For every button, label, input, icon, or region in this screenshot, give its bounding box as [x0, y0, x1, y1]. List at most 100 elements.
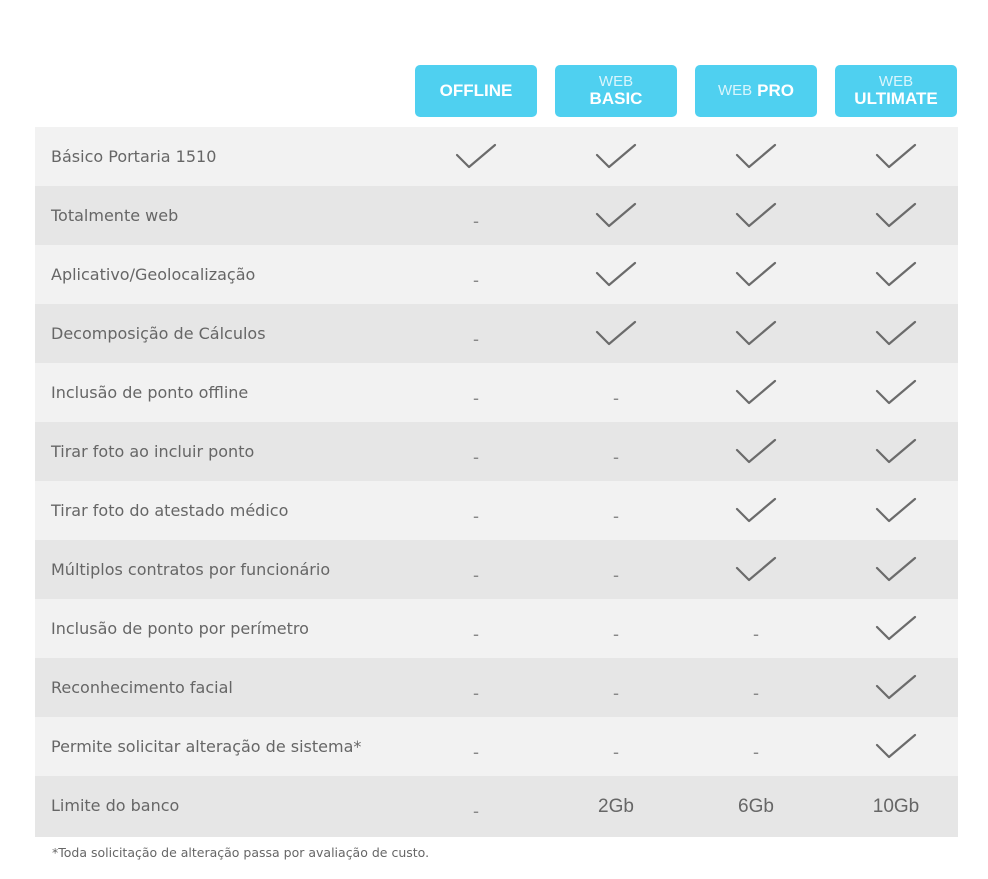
feature-cell — [555, 245, 677, 304]
dash-mark: - — [613, 742, 619, 762]
dash-mark: - — [613, 683, 619, 703]
plan-web-basic-label: BASIC — [589, 88, 643, 108]
dash-mark: - — [473, 388, 479, 408]
feature-cell: 6Gb — [695, 776, 817, 835]
storage-limit-value: 6Gb — [738, 795, 774, 817]
feature-label: Aplicativo/Geolocalização — [51, 265, 256, 284]
check-icon — [735, 143, 777, 168]
feature-label: Reconhecimento facial — [51, 678, 233, 697]
feature-cell: - — [415, 304, 537, 363]
feature-label: Totalmente web — [51, 206, 179, 225]
feature-cell: - — [555, 717, 677, 776]
check-icon — [875, 497, 917, 522]
check-icon — [875, 615, 917, 640]
feature-cell: - — [415, 776, 537, 835]
dash-mark: - — [753, 742, 759, 762]
check-icon — [875, 202, 917, 227]
feature-cell — [555, 304, 677, 363]
feature-cell — [835, 481, 957, 540]
table-row: Múltiplos contratos por funcionário - - — [35, 540, 958, 599]
dash-mark: - — [473, 211, 479, 231]
feature-cell — [695, 127, 817, 186]
feature-cell — [695, 363, 817, 422]
feature-cell — [555, 127, 677, 186]
feature-label: Tirar foto ao incluir ponto — [51, 442, 255, 461]
dash-mark: - — [473, 742, 479, 762]
dash-mark: - — [613, 506, 619, 526]
table-row: Limite do banco - 2Gb 6Gb 10Gb — [35, 776, 958, 837]
plan-offline: OFFLINE — [415, 65, 537, 117]
dash-mark: - — [473, 270, 479, 290]
check-icon — [595, 143, 637, 168]
feature-cell — [835, 599, 957, 658]
plan-web-basic: WEB BASIC — [555, 65, 677, 117]
check-icon — [735, 320, 777, 345]
plan-web-ultimate-label: ULTIMATE — [854, 88, 938, 108]
dash-mark: - — [613, 624, 619, 644]
dash-mark: - — [753, 624, 759, 644]
feature-cell — [835, 422, 957, 481]
check-icon — [595, 202, 637, 227]
table-row: Básico Portaria 1510 — [35, 127, 958, 186]
check-icon — [735, 202, 777, 227]
feature-cell: - — [415, 481, 537, 540]
check-icon — [735, 438, 777, 463]
plan-web-pro: WEB PRO — [695, 65, 817, 117]
feature-cell — [835, 304, 957, 363]
feature-cell: - — [415, 245, 537, 304]
table-row: Permite solicitar alteração de sistema* -… — [35, 717, 958, 776]
check-icon — [875, 143, 917, 168]
check-icon — [735, 497, 777, 522]
table-row: Decomposição de Cálculos - — [35, 304, 958, 363]
feature-table: Básico Portaria 1510 Totalmente web - Aplic… — [35, 127, 958, 837]
plan-web-ultimate-prefix: WEB — [878, 73, 914, 91]
feature-cell — [835, 245, 957, 304]
feature-cell — [695, 422, 817, 481]
feature-cell: - — [415, 186, 537, 245]
table-row: Tirar foto do atestado médico - - — [35, 481, 958, 540]
feature-cell — [835, 658, 957, 717]
feature-label: Inclusão de ponto por perímetro — [51, 619, 309, 638]
feature-cell: - — [555, 540, 677, 599]
check-icon — [455, 143, 497, 168]
feature-cell — [835, 127, 957, 186]
feature-cell — [415, 127, 537, 186]
check-icon — [735, 556, 777, 581]
feature-cell — [695, 481, 817, 540]
check-icon — [875, 674, 917, 699]
feature-cell — [835, 717, 957, 776]
feature-cell: - — [415, 658, 537, 717]
feature-cell — [695, 540, 817, 599]
dash-mark: - — [613, 388, 619, 408]
check-icon — [735, 261, 777, 286]
feature-cell — [835, 363, 957, 422]
feature-cell: - — [555, 599, 677, 658]
feature-cell: - — [555, 363, 677, 422]
dash-mark: - — [473, 447, 479, 467]
check-icon — [875, 261, 917, 286]
plan-web-basic-prefix: WEB — [598, 73, 634, 91]
dash-mark: - — [473, 506, 479, 526]
plan-web-ultimate: WEB ULTIMATE — [835, 65, 957, 117]
check-icon — [875, 556, 917, 581]
feature-cell: - — [555, 481, 677, 540]
plan-web-pro-label: PRO — [757, 81, 794, 101]
check-icon — [875, 320, 917, 345]
feature-cell: - — [415, 540, 537, 599]
dash-mark: - — [753, 683, 759, 703]
feature-label: Limite do banco — [51, 796, 180, 815]
dash-mark: - — [473, 329, 479, 349]
check-icon — [875, 733, 917, 758]
table-row: Inclusão de ponto offline - - — [35, 363, 958, 422]
feature-cell — [695, 245, 817, 304]
check-icon — [595, 320, 637, 345]
storage-limit-value: 10Gb — [872, 795, 920, 817]
feature-cell: - — [555, 422, 677, 481]
feature-cell: - — [695, 658, 817, 717]
dash-mark: - — [613, 565, 619, 585]
check-icon — [875, 438, 917, 463]
check-icon — [875, 379, 917, 404]
dash-mark: - — [473, 801, 479, 821]
dash-mark: - — [473, 565, 479, 585]
feature-cell: - — [415, 599, 537, 658]
